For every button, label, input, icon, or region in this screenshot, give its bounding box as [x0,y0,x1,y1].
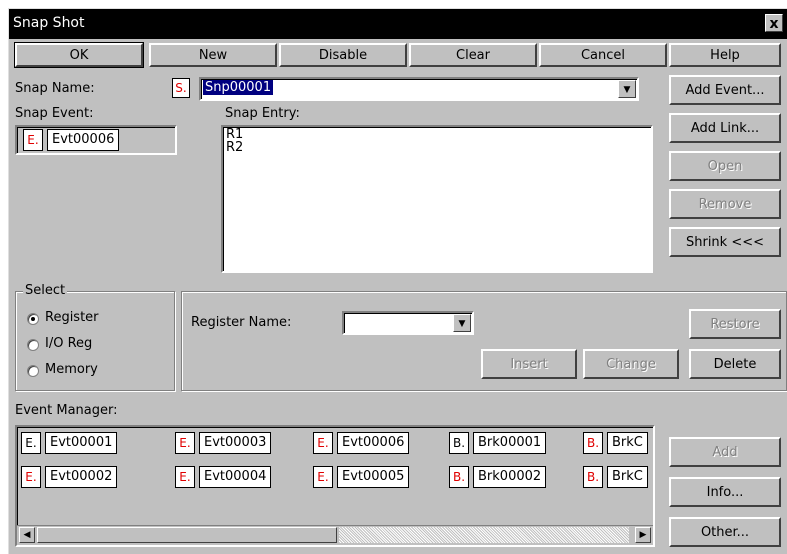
event-badge: E. [175,432,195,454]
scroll-left-icon[interactable]: ◀ [19,527,35,543]
snap-event-label: Snap Event: [15,106,94,121]
new-button[interactable]: New [149,43,277,67]
event-badge: E. [313,466,333,488]
register-radio-label[interactable]: Register [45,310,99,325]
snap-name-label: Snap Name: [15,81,95,96]
restore-button[interactable]: Restore [689,309,781,339]
entry-item[interactable]: R2 [226,141,243,154]
select-legend: Select [23,283,68,298]
insert-button[interactable]: Insert [481,349,577,379]
event-name: Evt00001 [45,432,118,454]
event-name: Evt00002 [45,466,118,488]
event-chip[interactable]: B. BrkC [583,431,648,455]
remove-button[interactable]: Remove [669,189,781,219]
register-name-label: Register Name: [191,315,292,330]
change-button[interactable]: Change [583,349,679,379]
memory-radio-label[interactable]: Memory [45,362,98,377]
window-title: Snap Shot [13,15,85,31]
event-manager-label: Event Manager: [15,403,118,418]
event-name: Evt00003 [199,432,272,454]
open-button[interactable]: Open [669,151,781,181]
event-chip[interactable]: E. Evt00006 [313,431,410,455]
info-button[interactable]: Info... [669,477,781,507]
event-name: Brk00002 [473,466,547,488]
snap-entry-label: Snap Entry: [225,106,300,121]
io-reg-radio-label[interactable]: I/O Reg [45,336,92,351]
horizontal-scrollbar[interactable]: ◀ ▶ [17,525,653,545]
event-manager-viewport: E. Evt00001 E. Evt00003 E. Evt00006 B. B… [17,427,653,525]
snap-name-badge-wrap: S. [172,78,190,98]
other-button[interactable]: Other... [669,517,781,547]
event-name: Brk00001 [473,432,547,454]
event-chip[interactable]: B. BrkC [583,465,648,489]
event-chip[interactable]: E. Evt00004 [175,465,272,489]
add-link-button[interactable]: Add Link... [669,113,781,143]
event-name: Evt00006 [337,432,410,454]
snap-name-dropdown-arrow[interactable]: ▼ [618,80,636,98]
entry-items: R1 R2 [226,128,243,154]
memory-radio[interactable] [27,365,39,377]
event-badge: E. [21,432,41,454]
event-chip[interactable]: E. Evt00005 [313,465,410,489]
snap-event-box: E. Evt00006 [15,125,177,155]
event-badge: E. [175,466,195,488]
event-name: BrkC [607,466,648,488]
cancel-button[interactable]: Cancel [539,43,667,67]
event-badge: B. [449,466,469,488]
snap-entry-list[interactable]: R1 R2 [221,125,653,273]
add-button[interactable]: Add [669,437,781,467]
snap-event-badge: E. [23,129,43,151]
event-badge: B. [583,466,603,488]
shrink-button[interactable]: Shrink <<< [669,227,781,257]
event-name: Evt00005 [337,466,410,488]
event-badge: E. [313,432,333,454]
event-chip[interactable]: B. Brk00002 [449,465,547,489]
title-bar: Snap Shot x [9,9,787,39]
event-chip[interactable]: E. Evt00003 [175,431,272,455]
event-badge: E. [21,466,41,488]
event-manager-area: E. Evt00001 E. Evt00003 E. Evt00006 B. B… [15,425,655,547]
register-name-combobox[interactable]: ▼ [342,311,474,335]
delete-button[interactable]: Delete [689,349,781,379]
register-name-dropdown-arrow[interactable]: ▼ [453,314,471,332]
help-button[interactable]: Help [669,43,781,67]
clear-button[interactable]: Clear [409,43,537,67]
event-chip[interactable]: B. Brk00001 [449,431,547,455]
register-radio[interactable] [27,313,39,325]
disable-button[interactable]: Disable [279,43,407,67]
scroll-track[interactable] [339,527,629,543]
event-name: BrkC [607,432,648,454]
snap-badge-icon: S. [172,78,190,98]
io-reg-radio[interactable] [27,339,39,351]
snap-event-chip[interactable]: E. Evt00006 [23,128,120,152]
snap-name-combobox[interactable]: Snp00001 ▼ [199,77,639,101]
scroll-right-icon[interactable]: ▶ [635,527,651,543]
ok-button[interactable]: OK [14,42,144,68]
event-chip[interactable]: E. Evt00002 [21,465,118,489]
add-event-button[interactable]: Add Event... [669,75,781,105]
event-badge: B. [449,432,469,454]
close-button[interactable]: x [765,14,783,32]
snap-event-name: Evt00006 [47,129,120,151]
snap-shot-dialog: Snap Shot x OK New Disable Clear Cancel … [8,8,787,554]
event-name: Evt00004 [199,466,272,488]
scroll-thumb[interactable] [37,527,337,543]
event-badge: B. [583,432,603,454]
event-chip[interactable]: E. Evt00001 [21,431,118,455]
snap-name-value: Snp00001 [203,80,274,95]
